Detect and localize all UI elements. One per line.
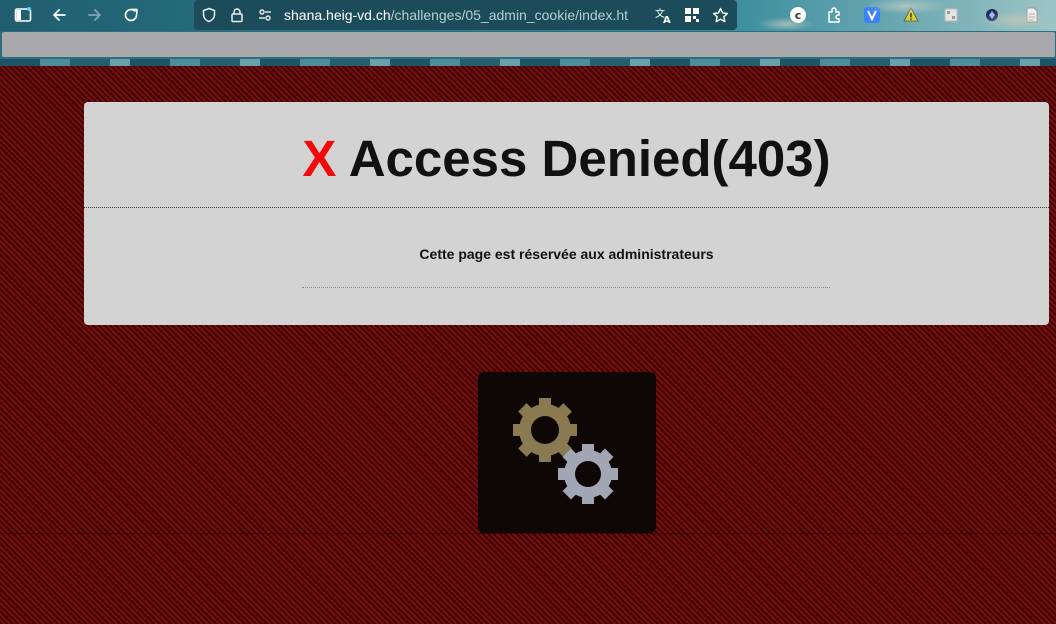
- page-divider: [0, 533, 1056, 534]
- gears-illustration: [478, 372, 656, 533]
- extension-v-icon[interactable]: [861, 4, 883, 26]
- extensions-puzzle-icon[interactable]: [824, 4, 846, 26]
- message-divider: [302, 287, 830, 288]
- svg-text:A: A: [663, 15, 671, 24]
- shield-icon[interactable]: [198, 4, 220, 26]
- page-body: X Access Denied(403) Cette page est rése…: [0, 66, 1056, 624]
- forward-icon[interactable]: [84, 4, 106, 26]
- svg-text:c: c: [795, 9, 802, 22]
- translate-icon[interactable]: 文A: [653, 4, 675, 26]
- browser-toolbar: shana.heig-vd.ch/challenges/05_admin_coo…: [0, 0, 1056, 31]
- url-text[interactable]: shana.heig-vd.ch/challenges/05_admin_coo…: [284, 7, 644, 25]
- bookmarks-bar: [0, 31, 1056, 66]
- page-title: X Access Denied(403): [84, 124, 1049, 194]
- lock-icon[interactable]: [226, 4, 248, 26]
- qr-icon[interactable]: [681, 4, 703, 26]
- url-bar[interactable]: shana.heig-vd.ch/challenges/05_admin_coo…: [194, 0, 737, 30]
- silver-gear-icon: [558, 444, 618, 504]
- error-panel: X Access Denied(403) Cette page est rése…: [84, 102, 1049, 325]
- bookmarks-area: [2, 32, 1055, 57]
- title-divider: [84, 207, 1049, 208]
- url-path: /challenges/05_admin_cookie/index.ht: [390, 7, 629, 23]
- extension-warning-icon[interactable]: [900, 4, 922, 26]
- page-title-text: Access Denied(403): [336, 130, 831, 187]
- bookmark-star-icon[interactable]: [709, 4, 731, 26]
- extension-grid-icon[interactable]: [940, 4, 962, 26]
- sidebar-icon[interactable]: [12, 4, 34, 26]
- permissions-icon[interactable]: [254, 4, 276, 26]
- extension-c-icon[interactable]: c: [787, 4, 809, 26]
- extension-doc-icon[interactable]: [1021, 4, 1043, 26]
- reload-icon[interactable]: [120, 4, 142, 26]
- error-message: Cette page est réservée aux administrate…: [419, 246, 714, 262]
- back-icon[interactable]: [48, 4, 70, 26]
- url-host: shana.heig-vd.ch: [284, 7, 391, 23]
- extension-diamond-icon[interactable]: [981, 4, 1003, 26]
- deny-mark: X: [302, 130, 337, 187]
